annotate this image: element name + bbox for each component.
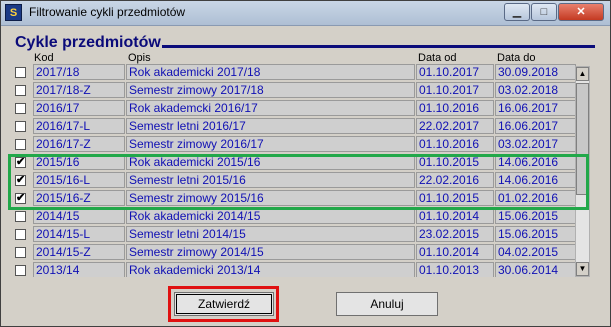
list-item[interactable]: 2016/17-Z Semestr zimowy 2016/17 01.10.2…	[11, 136, 577, 153]
cell-kod: 2014/15-L	[33, 226, 125, 242]
cell-data-od: 22.02.2017	[416, 118, 494, 134]
cell-kod: 2016/17-Z	[33, 136, 125, 152]
column-header-data-od: Data od	[418, 52, 457, 64]
cell-kod: 2017/18-Z	[33, 82, 125, 98]
cell-data-do: 30.06.2014	[495, 262, 576, 277]
row-checkbox[interactable]	[15, 211, 26, 222]
cell-data-od: 01.10.2016	[416, 100, 494, 116]
minimize-icon[interactable]: ▁	[504, 3, 530, 21]
cell-data-do: 15.06.2015	[495, 208, 576, 224]
close-icon[interactable]: ✕	[558, 3, 604, 21]
list-item[interactable]: 2013/14 Rok akademicki 2013/14 01.10.201…	[11, 262, 577, 277]
list-item[interactable]: 2014/15 Rok akademicki 2014/15 01.10.201…	[11, 208, 577, 225]
row-checkbox[interactable]	[15, 103, 26, 114]
cell-data-do: 15.06.2015	[495, 226, 576, 242]
column-header-kod: Kod	[34, 52, 54, 64]
cell-kod: 2013/14	[33, 262, 125, 277]
cell-data-do: 03.02.2018	[495, 82, 576, 98]
cell-data-od: 01.10.2013	[416, 262, 494, 277]
cell-kod: 2016/17-L	[33, 118, 125, 134]
confirm-button-highlight	[168, 286, 279, 322]
cell-data-od: 23.02.2015	[416, 226, 494, 242]
scroll-up-icon[interactable]: ▲	[576, 67, 589, 81]
list-item[interactable]: 2017/18 Rok akademicki 2017/18 01.10.201…	[11, 64, 577, 81]
cell-data-od: 01.10.2014	[416, 244, 494, 260]
cell-data-od: 01.10.2014	[416, 208, 494, 224]
cell-data-do: 16.06.2017	[495, 100, 576, 116]
section-title: Cykle przedmiotów	[15, 34, 161, 51]
cell-kod: 2017/18	[33, 64, 125, 80]
cancel-button[interactable]: Anuluj	[336, 292, 438, 316]
cell-data-do: 04.02.2015	[495, 244, 576, 260]
cell-data-od: 01.10.2016	[416, 136, 494, 152]
cell-opis: Rok akademcki 2016/17	[126, 100, 415, 116]
cell-data-do: 03.02.2017	[495, 136, 576, 152]
app-icon: S	[5, 4, 22, 21]
row-checkbox[interactable]	[15, 67, 26, 78]
maximize-icon[interactable]: □	[531, 3, 557, 21]
list-item[interactable]: 2016/17-L Semestr letni 2016/17 22.02.20…	[11, 118, 577, 135]
title-bar[interactable]: S Filtrowanie cykli przedmiotów ▁ □ ✕	[1, 1, 610, 26]
cell-opis: Semestr zimowy 2017/18	[126, 82, 415, 98]
window-title: Filtrowanie cykli przedmiotów	[29, 5, 186, 19]
cell-data-do: 16.06.2017	[495, 118, 576, 134]
cell-opis: Semestr zimowy 2016/17	[126, 136, 415, 152]
cell-kod: 2014/15-Z	[33, 244, 125, 260]
list-item[interactable]: 2014/15-Z Semestr zimowy 2014/15 01.10.2…	[11, 244, 577, 261]
row-checkbox[interactable]	[15, 121, 26, 132]
row-checkbox[interactable]	[15, 229, 26, 240]
cell-opis: Semestr zimowy 2014/15	[126, 244, 415, 260]
list-item[interactable]: 2016/17 Rok akademcki 2016/17 01.10.2016…	[11, 100, 577, 117]
cell-data-od: 01.10.2017	[416, 64, 494, 80]
row-checkbox[interactable]	[15, 265, 26, 276]
row-checkbox[interactable]	[15, 247, 26, 258]
row-checkbox[interactable]	[15, 85, 26, 96]
cell-opis: Rok akademicki 2017/18	[126, 64, 415, 80]
cell-opis: Rok akademicki 2014/15	[126, 208, 415, 224]
section-divider	[162, 45, 595, 48]
filter-dialog-window: S Filtrowanie cykli przedmiotów ▁ □ ✕ Cy…	[0, 0, 611, 327]
list-item[interactable]: 2014/15-L Semestr letni 2014/15 23.02.20…	[11, 226, 577, 243]
list-item[interactable]: 2017/18-Z Semestr zimowy 2017/18 01.10.2…	[11, 82, 577, 99]
scroll-down-icon[interactable]: ▼	[576, 262, 589, 276]
cell-kod: 2014/15	[33, 208, 125, 224]
row-checkbox[interactable]	[15, 139, 26, 150]
cell-opis: Semestr letni 2014/15	[126, 226, 415, 242]
cell-kod: 2016/17	[33, 100, 125, 116]
cell-data-od: 01.10.2017	[416, 82, 494, 98]
column-header-data-do: Data do	[497, 52, 536, 64]
selected-rows-highlight	[8, 154, 589, 210]
cell-opis: Rok akademicki 2013/14	[126, 262, 415, 277]
column-header-opis: Opis	[128, 52, 151, 64]
cell-opis: Semestr letni 2016/17	[126, 118, 415, 134]
cell-data-do: 30.09.2018	[495, 64, 576, 80]
